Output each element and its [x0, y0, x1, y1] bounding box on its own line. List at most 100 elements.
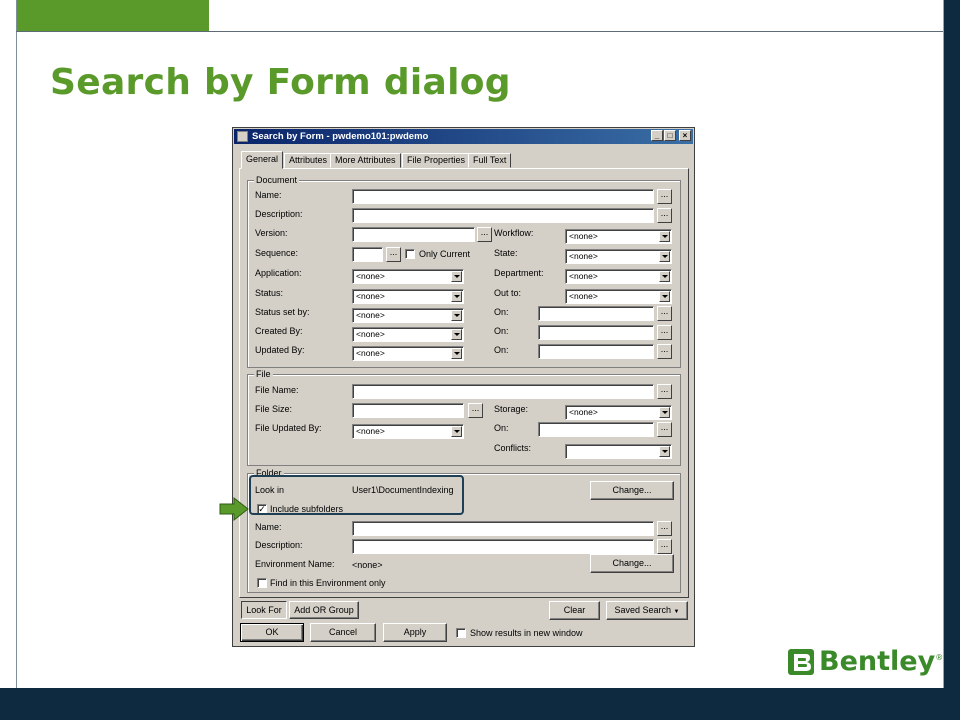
- chevron-down-icon[interactable]: [451, 291, 462, 302]
- status-set-on-browse-button[interactable]: ...: [657, 306, 672, 321]
- minimize-button[interactable]: _: [651, 130, 663, 141]
- chevron-down-icon[interactable]: [659, 231, 670, 242]
- tab-full-text[interactable]: Full Text: [468, 153, 512, 168]
- cancel-button[interactable]: Cancel: [310, 623, 376, 642]
- file-name-label: File Name:: [255, 385, 299, 395]
- select-value: <none>: [569, 291, 598, 301]
- apply-button[interactable]: Apply: [383, 623, 447, 642]
- chevron-down-icon[interactable]: [659, 251, 670, 262]
- button-label: Clear: [563, 605, 586, 615]
- department-label: Department:: [494, 268, 544, 278]
- chevron-down-icon[interactable]: [659, 407, 670, 418]
- file-size-browse-button[interactable]: ...: [468, 403, 483, 418]
- chevron-down-icon[interactable]: [451, 310, 462, 321]
- file-updated-on-input[interactable]: [538, 422, 654, 437]
- select-value: <none>: [569, 407, 598, 417]
- conflicts-select[interactable]: [565, 444, 672, 459]
- updated-by-select[interactable]: <none>: [352, 346, 464, 361]
- version-input[interactable]: [352, 227, 475, 242]
- updated-by-label: Updated By:: [255, 345, 305, 355]
- environment-name-label: Environment Name:: [255, 559, 335, 569]
- status-select[interactable]: <none>: [352, 289, 464, 304]
- description-label: Description:: [255, 209, 303, 219]
- maximize-button[interactable]: □: [664, 130, 676, 141]
- tab-general[interactable]: General: [241, 151, 284, 169]
- state-select[interactable]: <none>: [565, 249, 672, 264]
- workflow-select[interactable]: <none>: [565, 229, 672, 244]
- created-by-select[interactable]: <none>: [352, 327, 464, 342]
- chevron-down-icon[interactable]: [659, 271, 670, 282]
- chevron-down-icon[interactable]: [659, 446, 670, 457]
- show-results-new-window-checkbox[interactable]: [456, 628, 466, 638]
- application-label: Application:: [255, 268, 302, 278]
- tab-attributes[interactable]: Attributes: [284, 153, 333, 168]
- status-set-on-input[interactable]: [538, 306, 654, 321]
- sequence-input[interactable]: [352, 247, 383, 262]
- top-rule: [16, 31, 944, 32]
- file-size-input[interactable]: [352, 403, 464, 418]
- find-in-environment-checkbox[interactable]: [257, 578, 267, 588]
- close-button[interactable]: ×: [679, 130, 691, 141]
- created-on-browse-button[interactable]: ...: [657, 325, 672, 340]
- on-label: On:: [494, 423, 509, 433]
- bentley-logo: Bentley®: [786, 645, 943, 681]
- dialog-titlebar[interactable]: Search by Form - pwdemo101:pwdemo _ □ ×: [234, 129, 693, 144]
- button-label: Change...: [612, 558, 652, 568]
- saved-search-button[interactable]: Saved Search ▼: [606, 601, 688, 620]
- file-name-input[interactable]: [352, 384, 654, 399]
- name-browse-button[interactable]: ...: [657, 189, 672, 204]
- dialog-title: Search by Form - pwdemo101:pwdemo: [252, 131, 429, 142]
- folder-description-input[interactable]: [352, 539, 654, 554]
- status-set-by-select[interactable]: <none>: [352, 308, 464, 323]
- chevron-down-icon[interactable]: [451, 426, 462, 437]
- tab-file-properties[interactable]: File Properties: [402, 153, 471, 168]
- change-environment-button[interactable]: Change...: [590, 554, 674, 573]
- tab-label: Add OR Group: [294, 605, 354, 615]
- out-to-select[interactable]: <none>: [565, 289, 672, 304]
- tab-label: Attributes: [289, 155, 328, 165]
- button-label: Saved Search: [614, 605, 672, 615]
- show-results-new-window-label: Show results in new window: [470, 628, 583, 638]
- department-select[interactable]: <none>: [565, 269, 672, 284]
- version-browse-button[interactable]: ...: [477, 227, 492, 242]
- file-updated-by-select[interactable]: <none>: [352, 424, 464, 439]
- tab-label: Look For: [246, 605, 282, 615]
- folder-name-input[interactable]: [352, 521, 654, 536]
- ok-button[interactable]: OK: [240, 623, 304, 642]
- sequence-label: Sequence:: [255, 248, 299, 258]
- button-label: Cancel: [328, 627, 357, 637]
- document-description-input[interactable]: [352, 208, 654, 223]
- application-select[interactable]: <none>: [352, 269, 464, 284]
- chevron-down-icon[interactable]: [451, 271, 462, 282]
- updated-on-browse-button[interactable]: ...: [657, 344, 672, 359]
- add-or-group-tab[interactable]: Add OR Group: [289, 601, 359, 619]
- tab-label: File Properties: [407, 155, 466, 165]
- storage-select[interactable]: <none>: [565, 405, 672, 420]
- only-current-checkbox[interactable]: [405, 249, 415, 259]
- tab-more-attributes[interactable]: More Attributes: [330, 153, 401, 168]
- chevron-down-icon[interactable]: [451, 329, 462, 340]
- clear-button[interactable]: Clear: [549, 601, 600, 620]
- folder-name-browse-button[interactable]: ...: [657, 521, 672, 536]
- description-browse-button[interactable]: ...: [657, 208, 672, 223]
- look-for-tab[interactable]: Look For: [241, 601, 287, 619]
- group-legend: Document: [254, 175, 300, 185]
- file-name-browse-button[interactable]: ...: [657, 384, 672, 399]
- document-name-input[interactable]: [352, 189, 654, 204]
- status-label: Status:: [255, 288, 284, 298]
- updated-on-input[interactable]: [538, 344, 654, 359]
- select-value: <none>: [356, 426, 385, 436]
- file-updated-on-browse-button[interactable]: ...: [657, 422, 672, 437]
- select-value: <none>: [569, 271, 598, 281]
- created-on-input[interactable]: [538, 325, 654, 340]
- chevron-down-icon[interactable]: [659, 291, 670, 302]
- chevron-down-icon[interactable]: [451, 348, 462, 359]
- sequence-browse-button[interactable]: ...: [386, 247, 401, 262]
- folder-name-label: Name:: [255, 522, 282, 532]
- change-folder-button[interactable]: Change...: [590, 481, 674, 500]
- select-value: <none>: [569, 251, 598, 261]
- select-value: <none>: [356, 271, 385, 281]
- folder-description-browse-button[interactable]: ...: [657, 539, 672, 554]
- name-label: Name:: [255, 190, 282, 200]
- tab-label: General: [246, 154, 279, 164]
